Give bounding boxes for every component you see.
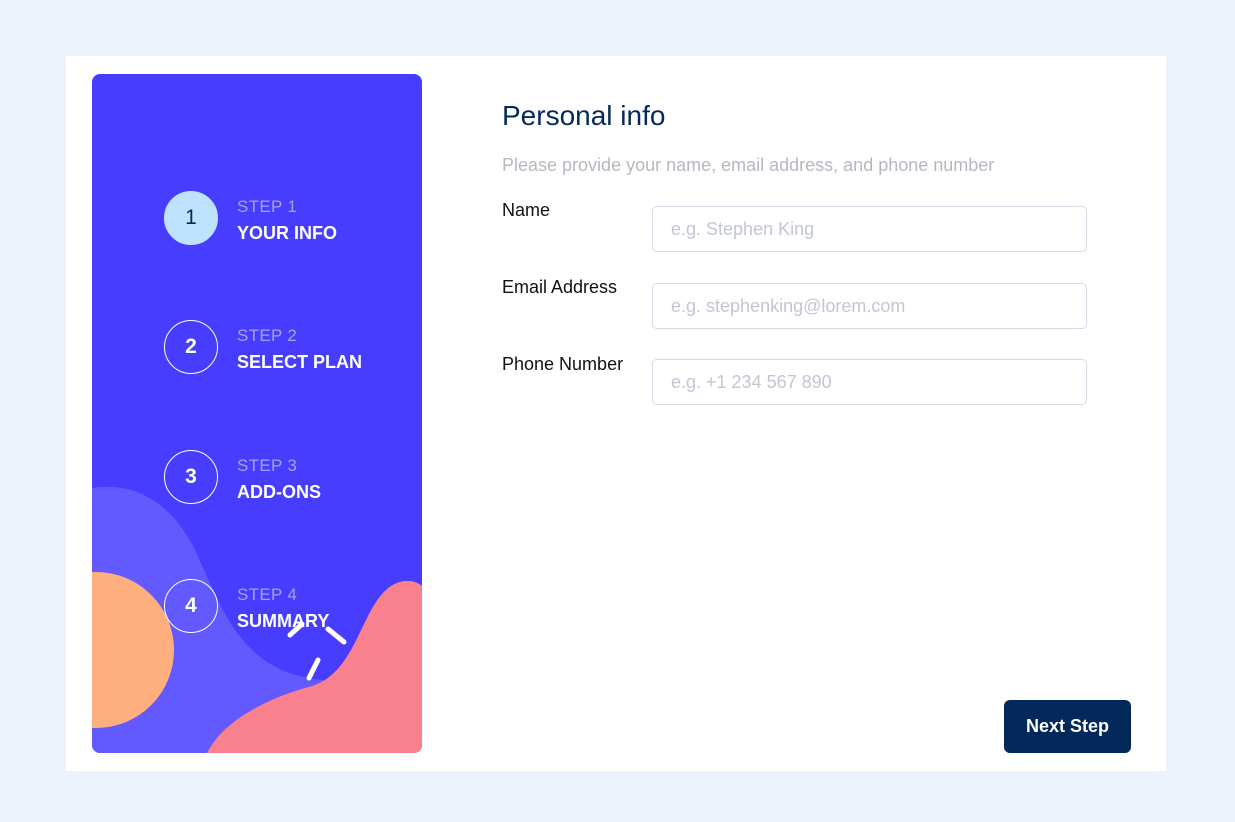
email-label: Email Address bbox=[502, 277, 618, 297]
step-title-1: YOUR INFO bbox=[237, 223, 338, 243]
step-label-3: STEP 3 bbox=[237, 456, 298, 475]
next-step-button[interactable]: Next Step bbox=[1004, 700, 1131, 753]
step-number-4: 4 bbox=[164, 579, 218, 633]
step-title-3: ADD-ONS bbox=[237, 482, 321, 502]
step-item-2[interactable]: 2 STEP 2 SELECT PLAN bbox=[164, 320, 404, 380]
sidebar-decoration-icon bbox=[92, 486, 422, 753]
step-number-2: 2 bbox=[164, 320, 218, 374]
name-input[interactable] bbox=[652, 206, 1087, 252]
step-label-1: STEP 1 bbox=[237, 197, 298, 216]
phone-input[interactable] bbox=[652, 359, 1087, 405]
email-input[interactable] bbox=[652, 283, 1087, 329]
step-item-3[interactable]: 3 STEP 3 ADD-ONS bbox=[164, 450, 404, 510]
step-title-4: SUMMARY bbox=[237, 611, 330, 631]
step-label-4: STEP 4 bbox=[237, 585, 298, 604]
name-label: Name bbox=[502, 200, 551, 220]
page-title: Personal info bbox=[502, 100, 666, 131]
step-item-4[interactable]: 4 STEP 4 SUMMARY bbox=[164, 579, 404, 639]
step-title-2: SELECT PLAN bbox=[237, 352, 363, 372]
step-label-2: STEP 2 bbox=[237, 326, 298, 345]
step-number-3: 3 bbox=[164, 450, 218, 504]
step-item-1[interactable]: 1 STEP 1 YOUR INFO bbox=[164, 191, 404, 251]
step-number-1: 1 bbox=[164, 191, 218, 245]
phone-label: Phone Number bbox=[502, 354, 624, 374]
steps-sidebar: 1 STEP 1 YOUR INFO 2 STEP 2 SELECT PLAN … bbox=[92, 74, 422, 753]
form-card: 1 STEP 1 YOUR INFO 2 STEP 2 SELECT PLAN … bbox=[66, 56, 1166, 771]
page-subtitle: Please provide your name, email address,… bbox=[502, 155, 995, 175]
